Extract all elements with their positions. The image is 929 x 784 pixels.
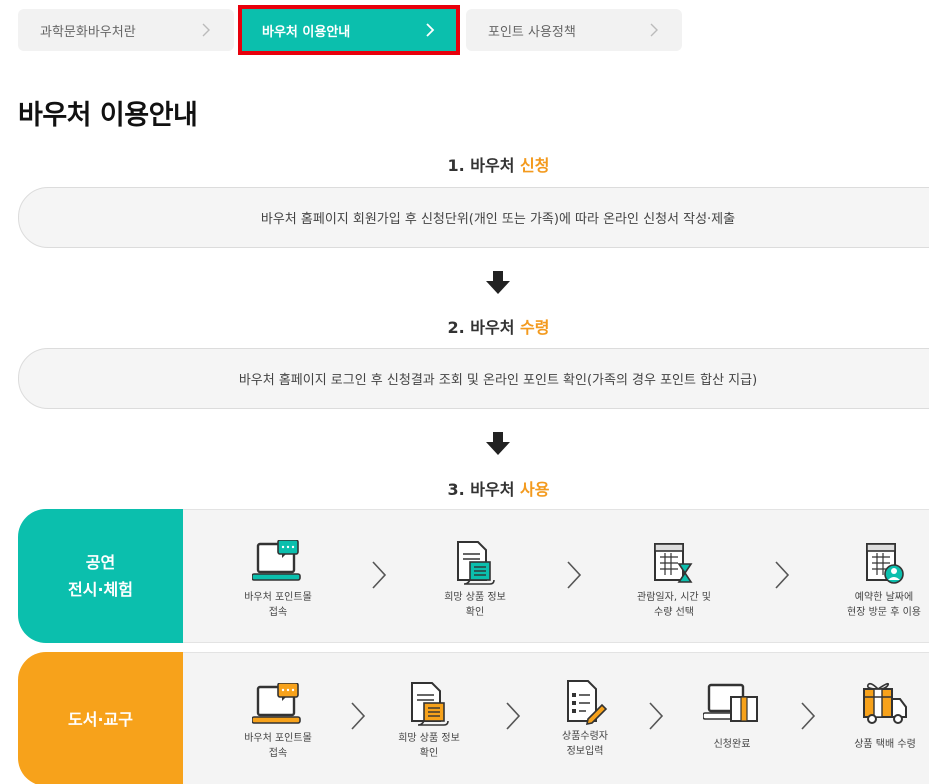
step-label: 희망 상품 정보 (398, 733, 460, 744)
tab-label: 포인트 사용정책 (488, 24, 576, 40)
usage-step: 바우처 포인트몰 접속 (223, 653, 333, 784)
category-performance: 공연 전시·체험 (18, 509, 183, 643)
step-label: 상품 택배 수령 (854, 739, 916, 750)
usage-steps: 바우처 포인트몰 접속 희망 상품 정보 확인 (183, 652, 929, 784)
step-label: 신청완료 (713, 739, 751, 750)
step-title-text: 2. 바우처 (447, 318, 521, 337)
chevron-right-icon (801, 702, 816, 730)
step-label: 바우처 포인트몰 (244, 733, 312, 744)
document-list-icon (411, 682, 449, 726)
chevron-right-icon (650, 23, 658, 37)
usage-steps: 바우처 포인트몰 접속 희망 상품 정보 확인 (183, 509, 929, 643)
step-label: 정보입력 (566, 746, 604, 757)
usage-step: 신청완료 (677, 653, 787, 784)
delivery-truck-icon (863, 682, 907, 724)
step-label: 확인 (419, 748, 439, 759)
chevron-right-icon (506, 702, 521, 730)
calendar-person-icon (866, 543, 904, 584)
step-1-title: 1. 바우처 신청 (0, 152, 929, 176)
tab-voucher-about[interactable]: 과학문화바우처란 (18, 9, 234, 51)
step-label: 접속 (268, 748, 288, 759)
usage-step: 예약한 날짜에 현장 방문 후 이용 (829, 510, 929, 642)
arrow-down-icon (486, 432, 510, 455)
step-label: 수량 선택 (654, 607, 694, 618)
chevron-right-icon (372, 561, 387, 589)
arrow-down-icon (486, 271, 510, 294)
step-title-text: 3. 바우처 (447, 480, 521, 499)
page-title: 바우처 이용안내 (18, 100, 198, 131)
step-label: 확인 (465, 607, 485, 618)
category-label: 전시·체험 (68, 580, 133, 599)
step-2-description: 바우처 홈페이지 로그인 후 신청결과 조회 및 온라인 포인트 확인(가족의 … (18, 348, 929, 409)
laptop-chat-icon (252, 540, 301, 581)
category-label: 공연 (85, 553, 116, 572)
category-label: 도서·교구 (68, 709, 133, 729)
step-label: 예약한 날짜에 (854, 592, 914, 603)
form-pencil-icon (567, 680, 608, 725)
tab-point-policy[interactable]: 포인트 사용정책 (466, 9, 682, 51)
step-label: 바우처 포인트몰 (244, 592, 312, 603)
document-list-icon (457, 541, 495, 585)
category-books: 도서·교구 (18, 652, 183, 784)
step-3-title: 3. 바우처 사용 (0, 476, 929, 500)
step-1-description: 바우처 홈페이지 회원가입 후 신청단위(개인 또는 가족)에 따라 온라인 신… (18, 187, 929, 248)
usage-step: 희망 상품 정보 확인 (374, 653, 484, 784)
step-title-highlight: 사용 (520, 480, 550, 499)
chevron-right-icon (426, 23, 435, 37)
step-description-text: 바우처 홈페이지 회원가입 후 신청단위(개인 또는 가족)에 따라 온라인 신… (260, 212, 736, 227)
laptop-chat-icon (252, 683, 301, 724)
tab-label: 바우처 이용안내 (262, 24, 351, 40)
chevron-right-icon (202, 23, 210, 37)
usage-step: 상품 택배 수령 (830, 653, 929, 784)
chevron-right-icon (567, 561, 582, 589)
step-label: 접속 (268, 607, 288, 618)
usage-step: 희망 상품 정보 확인 (420, 510, 530, 642)
tab-label: 과학문화바우처란 (40, 24, 136, 40)
tab-navigation: 과학문화바우처란 바우처 이용안내 포인트 사용정책 (18, 5, 688, 55)
step-title-text: 1. 바우처 (447, 156, 521, 175)
chevron-right-icon (775, 561, 790, 589)
chevron-right-icon (351, 702, 366, 730)
calendar-hourglass-icon (654, 543, 693, 583)
step-title-highlight: 수령 (520, 318, 550, 337)
step-label: 상품수령자 (562, 731, 608, 742)
tab-voucher-guide[interactable]: 바우처 이용안내 (238, 5, 460, 55)
step-label: 현장 방문 후 이용 (847, 607, 921, 618)
step-title-highlight: 신청 (520, 156, 550, 175)
step-2-title: 2. 바우처 수령 (0, 314, 929, 338)
chevron-right-icon (649, 702, 664, 730)
laptop-box-icon (703, 683, 758, 722)
usage-row-performance: 공연 전시·체험 바우처 포인트몰 접속 희망 상품 정보 확인 관람일자, 시… (18, 509, 929, 643)
step-description-text: 바우처 홈페이지 로그인 후 신청결과 조회 및 온라인 포인트 확인(가족의 … (238, 373, 758, 388)
usage-row-books: 도서·교구 바우처 포인트몰 접속 희망 상품 정보 확인 상품수령자 정보입력… (18, 652, 929, 784)
usage-step: 상품수령자 정보입력 (530, 653, 640, 784)
usage-step: 관람일자, 시간 및 수량 선택 (619, 510, 729, 642)
step-label: 관람일자, 시간 및 (637, 592, 711, 603)
step-label: 희망 상품 정보 (444, 592, 506, 603)
usage-step: 바우처 포인트몰 접속 (223, 510, 333, 642)
